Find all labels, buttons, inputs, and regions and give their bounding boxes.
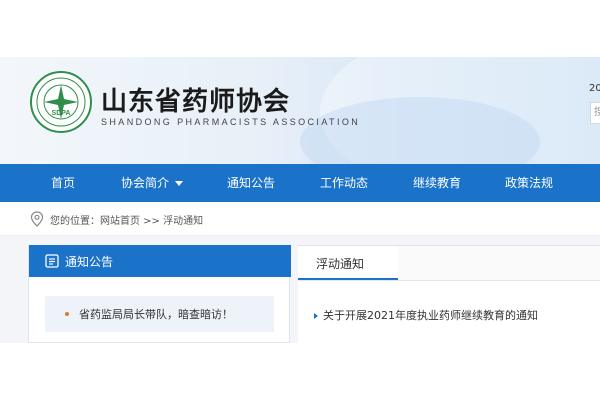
date-text: 20 xyxy=(589,83,600,94)
bullet-icon xyxy=(65,312,69,316)
tab-floating-notice[interactable]: 浮动通知 xyxy=(298,246,398,280)
nav-item-label: 通知公告 xyxy=(227,176,276,190)
breadcrumb-home-link[interactable]: 网站首页 xyxy=(100,216,140,227)
breadcrumb-separator: >> xyxy=(140,216,164,227)
nav-item-about[interactable]: 协会简介 xyxy=(121,164,184,202)
nav-item-work-news[interactable]: 工作动态 xyxy=(320,164,368,202)
notice-panel: 通知公告 省药监局局长带队，暗查暗访！ xyxy=(28,245,291,343)
list-item-text: 关于开展2021年度执业药师继续教育的通知 xyxy=(323,309,538,322)
search-input[interactable]: 搜 xyxy=(590,102,600,124)
list-item[interactable]: 省药监局局长带队，暗查暗访！ xyxy=(45,296,274,332)
breadcrumb-text: 您的位置：网站首页 >> 浮动通知 xyxy=(50,212,203,227)
nav-item-education[interactable]: 继续教育 xyxy=(413,164,461,202)
nav-item-label: 协会简介 xyxy=(121,176,170,190)
site-subtitle: SHANDONG PHARMACISTS ASSOCIATION xyxy=(101,117,361,127)
chevron-down-icon xyxy=(175,181,184,186)
tab-label: 浮动通知 xyxy=(316,257,365,271)
nav-item-label: 首页 xyxy=(51,176,76,190)
breadcrumb-current: 浮动通知 xyxy=(163,216,204,227)
notice-panel-header: 通知公告 xyxy=(29,245,291,277)
nav-item-label: 继续教育 xyxy=(413,176,462,190)
site-title: 山东省药师协会 xyxy=(101,87,291,117)
location-pin-icon xyxy=(30,211,44,227)
main-nav: 首页 协会简介 通知公告 工作动态 继续教育 政策法规 xyxy=(0,164,600,202)
list-item-text: 省药监局局长带队，暗查暗访！ xyxy=(79,308,233,321)
notice-icon xyxy=(45,254,59,268)
notice-panel-title: 通知公告 xyxy=(65,255,114,269)
site-header: SDPA 山东省药师协会 SHANDONG PHARMACISTS ASSOCI… xyxy=(0,57,600,164)
tab-bar: 浮动通知 xyxy=(298,246,600,281)
arrow-right-icon xyxy=(314,313,318,319)
page-frame: SDPA 山东省药师协会 SHANDONG PHARMACISTS ASSOCI… xyxy=(0,57,600,343)
breadcrumb-prefix: 您的位置： xyxy=(50,216,100,227)
logo-text: SDPA xyxy=(52,110,71,117)
association-logo[interactable]: SDPA xyxy=(30,71,92,133)
nav-item-policy[interactable]: 政策法规 xyxy=(505,164,553,202)
list-item[interactable]: 关于开展2021年度执业药师继续教育的通知 xyxy=(314,307,538,323)
floating-notice-panel: 浮动通知 关于开展2021年度执业药师继续教育的通知 xyxy=(298,245,600,343)
nav-item-notices[interactable]: 通知公告 xyxy=(227,164,275,202)
nav-item-home[interactable]: 首页 xyxy=(51,164,75,202)
nav-item-label: 政策法规 xyxy=(505,176,554,190)
breadcrumb: 您的位置：网站首页 >> 浮动通知 xyxy=(0,202,600,236)
nav-item-label: 工作动态 xyxy=(320,176,369,190)
